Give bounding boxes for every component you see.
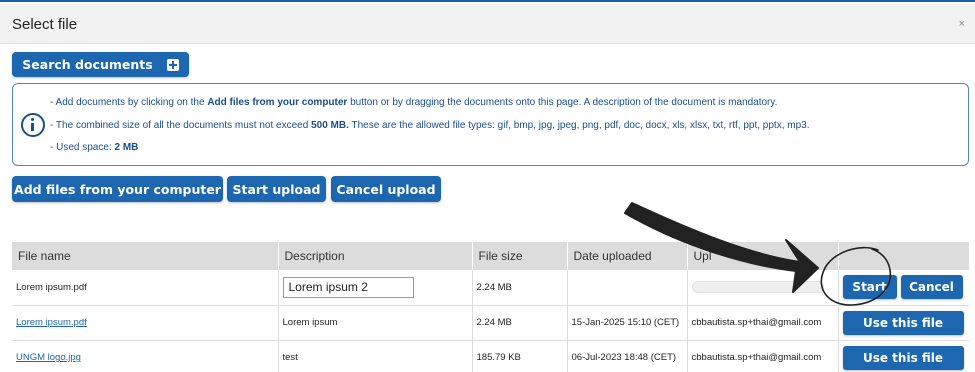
info-icon: [21, 113, 45, 137]
file-name-cell: Lorem ipsum.pdf: [12, 305, 279, 341]
info-line-size-limit: - The combined size of all the documents…: [50, 120, 810, 131]
use-this-file-button[interactable]: Use this file: [842, 310, 964, 335]
file-link[interactable]: Lorem ipsum.pdf: [16, 317, 87, 328]
close-icon[interactable]: ×: [959, 18, 965, 30]
file-size-cell: 2.24 MB: [472, 270, 568, 306]
header-uploaded-by[interactable]: Upl: [687, 242, 839, 270]
header-date-uploaded[interactable]: Date uploaded: [567, 242, 688, 270]
search-documents-button[interactable]: Search documents: [12, 52, 189, 77]
files-table: File name Description File size Date upl…: [12, 242, 969, 372]
progress-cell: [687, 270, 839, 306]
file-link[interactable]: UNGM logo.jpg: [16, 352, 81, 363]
header-actions: [838, 242, 969, 270]
table-row: UNGM logo.jpg test 185.79 KB 06-Jul-2023…: [12, 340, 969, 372]
uploaded-by-cell: cbbautista.sp+thai@gmail.com: [687, 340, 839, 372]
info-line-add-documents: - Add documents by clicking on the Add f…: [50, 97, 778, 108]
description-cell: [278, 270, 473, 306]
cancel-upload-button[interactable]: Cancel upload: [331, 176, 441, 202]
file-name-cell: UNGM logo.jpg: [12, 340, 279, 372]
file-name-cell: Lorem ipsum.pdf: [12, 270, 279, 306]
description-input[interactable]: [282, 276, 414, 298]
date-uploaded-cell: 15-Jan-2025 15:10 (CET): [567, 305, 688, 341]
description-cell: test: [278, 340, 473, 372]
header-file-name[interactable]: File name: [12, 242, 279, 270]
info-line-used-space: - Used space: 2 MB: [50, 142, 139, 153]
uploaded-by-cell: cbbautista.sp+thai@gmail.com: [687, 305, 839, 341]
dialog-titlebar: Select file ×: [0, 4, 975, 44]
search-documents-label: Search documents: [22, 57, 153, 72]
use-this-file-button[interactable]: Use this file: [842, 345, 964, 370]
start-upload-button[interactable]: Start upload: [227, 176, 326, 202]
plus-icon: [166, 58, 179, 71]
date-uploaded-cell: [567, 270, 688, 306]
pending-upload-row: Lorem ipsum.pdf 2.24 MB StartCancel: [12, 270, 969, 306]
actions-cell: Start Cancel: [838, 270, 969, 306]
actions-cell: Use this file: [838, 340, 969, 372]
date-uploaded-cell: 06-Jul-2023 18:48 (CET): [567, 340, 688, 372]
file-size-cell: 2.24 MB: [472, 305, 568, 341]
info-panel: - Add documents by clicking on the Add f…: [12, 83, 969, 166]
header-description[interactable]: Description: [278, 242, 473, 270]
select-file-dialog: Select file × Search documents - Add doc…: [0, 0, 975, 372]
actions-cell: Use this file: [838, 305, 969, 341]
dialog-title: Select file: [12, 16, 78, 33]
cancel-button[interactable]: Cancel: [900, 275, 963, 300]
start-button[interactable]: Start: [842, 275, 897, 300]
add-files-button[interactable]: Add files from your computer: [12, 176, 223, 202]
file-size-cell: 185.79 KB: [472, 340, 568, 372]
header-file-size[interactable]: File size: [472, 242, 568, 270]
description-cell: Lorem ipsum: [278, 305, 473, 341]
table-header-row: File name Description File size Date upl…: [12, 242, 969, 270]
table-row: Lorem ipsum.pdf Lorem ipsum 2.24 MB 15-J…: [12, 305, 969, 341]
upload-progress-bar: [691, 281, 824, 294]
